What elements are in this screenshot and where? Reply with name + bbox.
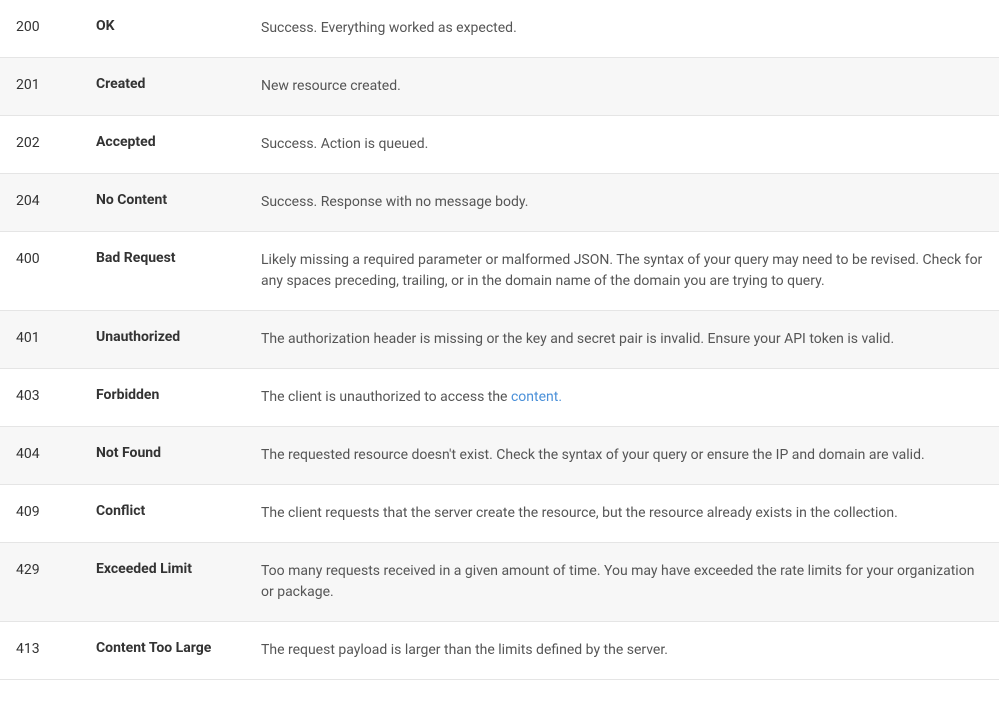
status-code: 204 (16, 192, 96, 209)
status-codes-table: 200OKSuccess. Everything worked as expec… (0, 0, 999, 680)
status-description: New resource created. (261, 76, 983, 97)
table-row: 404Not FoundThe requested resource doesn… (0, 427, 999, 485)
table-row: 409ConflictThe client requests that the … (0, 485, 999, 543)
status-code: 403 (16, 387, 96, 404)
status-label: Content Too Large (96, 640, 261, 656)
status-code: 413 (16, 640, 96, 657)
table-row: 200OKSuccess. Everything worked as expec… (0, 0, 999, 58)
status-description: Likely missing a required parameter or m… (261, 250, 983, 292)
status-code: 200 (16, 18, 96, 35)
status-code: 409 (16, 503, 96, 520)
status-code: 201 (16, 76, 96, 93)
status-label: OK (96, 18, 261, 34)
table-row: 429Exceeded LimitToo many requests recei… (0, 543, 999, 622)
status-description: The request payload is larger than the l… (261, 640, 983, 661)
status-description: The client is unauthorized to access the… (261, 387, 983, 408)
table-row: 413Content Too LargeThe request payload … (0, 622, 999, 680)
status-code: 401 (16, 329, 96, 346)
status-code: 400 (16, 250, 96, 267)
status-description: Success. Action is queued. (261, 134, 983, 155)
status-label: No Content (96, 192, 261, 208)
status-code: 429 (16, 561, 96, 578)
table-row: 201CreatedNew resource created. (0, 58, 999, 116)
status-label: Forbidden (96, 387, 261, 403)
status-description-link[interactable]: content. (511, 389, 562, 405)
status-description: The requested resource doesn't exist. Ch… (261, 445, 983, 466)
status-label: Bad Request (96, 250, 261, 266)
status-description: The client requests that the server crea… (261, 503, 983, 524)
table-row: 204No ContentSuccess. Response with no m… (0, 174, 999, 232)
table-row: 400Bad RequestLikely missing a required … (0, 232, 999, 311)
table-row: 401UnauthorizedThe authorization header … (0, 311, 999, 369)
status-label: Not Found (96, 445, 261, 461)
status-label: Unauthorized (96, 329, 261, 345)
status-label: Exceeded Limit (96, 561, 261, 577)
status-description: Too many requests received in a given am… (261, 561, 983, 603)
status-label: Accepted (96, 134, 261, 150)
status-description: Success. Response with no message body. (261, 192, 983, 213)
status-description: The authorization header is missing or t… (261, 329, 983, 350)
status-code: 404 (16, 445, 96, 462)
status-description: Success. Everything worked as expected. (261, 18, 983, 39)
status-code: 202 (16, 134, 96, 151)
status-label: Created (96, 76, 261, 92)
table-row: 202AcceptedSuccess. Action is queued. (0, 116, 999, 174)
status-label: Conflict (96, 503, 261, 519)
table-row: 403ForbiddenThe client is unauthorized t… (0, 369, 999, 427)
